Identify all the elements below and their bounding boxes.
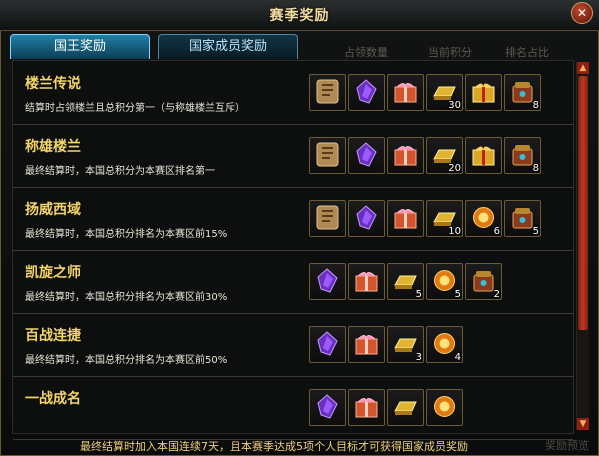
purple-crystal-icon (353, 141, 380, 168)
reward-item-slot[interactable]: 30 (426, 74, 463, 111)
scroll-up-button[interactable]: ▲ (577, 62, 589, 74)
column-header-rank-ratio: 排名占比 (505, 46, 549, 59)
gold-orb-icon (431, 393, 458, 420)
tab-king-rewards[interactable]: 国王奖励 (10, 34, 150, 59)
reward-item-slot[interactable] (387, 137, 424, 174)
reward-row: 一战成名 (13, 376, 573, 440)
reward-item-slot[interactable] (465, 137, 502, 174)
reward-item-slot[interactable]: 6 (465, 200, 502, 237)
scrollbar[interactable]: ▲ ▼ (576, 62, 589, 430)
reward-condition: 结算时占领楼兰且总积分第一（与称雄楼兰互斥） (25, 103, 245, 114)
gift-box-icon (353, 330, 380, 357)
window-title: 赛季奖励 (269, 8, 330, 24)
reward-item-slot[interactable] (348, 326, 385, 363)
scroll-token-icon (314, 204, 341, 231)
reward-item-slot[interactable] (465, 74, 502, 111)
reward-title: 百战连捷 (25, 328, 81, 344)
reward-item-slot[interactable]: 8 (504, 137, 541, 174)
reward-title: 称雄楼兰 (25, 139, 81, 155)
item-quantity: 20 (448, 163, 461, 174)
reward-item-slot[interactable]: 2 (465, 263, 502, 300)
reward-item-slot[interactable] (387, 200, 424, 237)
item-quantity: 5 (532, 226, 539, 237)
reward-title: 楼兰传说 (25, 76, 81, 92)
reward-condition: 最终结算时，本国总积分排名为本赛区前15% (25, 229, 228, 240)
reward-item-slot[interactable] (348, 263, 385, 300)
item-quantity: 6 (493, 226, 500, 237)
reward-row: 扬威西域最终结算时，本国总积分排名为本赛区前15% 10 6 5 (13, 187, 573, 251)
reward-item-slot[interactable]: 10 (426, 200, 463, 237)
reward-item-slot[interactable] (426, 389, 463, 426)
reward-item-slot[interactable] (348, 137, 385, 174)
purple-crystal-icon (353, 78, 380, 105)
reward-row: 凯旋之师最终结算时，本国总积分排名为本赛区前30% 5 5 2 (13, 250, 573, 314)
item-quantity: 10 (448, 226, 461, 237)
item-quantity: 5 (415, 289, 422, 300)
reward-title: 一战成名 (25, 391, 81, 407)
item-quantity: 5 (454, 289, 461, 300)
reward-row: 称雄楼兰最终结算时，本国总积分为本赛区排名第一 20 8 (13, 124, 573, 188)
item-quantity: 8 (532, 163, 539, 174)
reward-item-slot[interactable]: 4 (426, 326, 463, 363)
title-bar: 赛季奖励 ✕ (0, 0, 599, 31)
reward-item-slot[interactable]: 3 (387, 326, 424, 363)
reward-item-slot[interactable]: 5 (504, 200, 541, 237)
tab-member-rewards[interactable]: 国家成员奖励 (158, 34, 298, 59)
scroll-thumb[interactable] (578, 76, 588, 330)
purple-crystal-icon (314, 393, 341, 420)
purple-crystal-icon (353, 204, 380, 231)
reward-item-slot[interactable] (387, 389, 424, 426)
reward-item-slot[interactable]: 8 (504, 74, 541, 111)
reward-item-slot[interactable]: 5 (426, 263, 463, 300)
item-quantity: 3 (415, 352, 422, 363)
scroll-token-icon (314, 78, 341, 105)
scroll-token-icon (314, 141, 341, 168)
footer-note: 最终结算时加入本国连续7天，且本赛季达成5项个人目标才可获得国家成员奖励 (80, 440, 468, 453)
reward-condition: 最终结算时，本国总积分排名为本赛区前50% (25, 355, 228, 366)
reward-item-slot[interactable] (348, 74, 385, 111)
gift-box-icon (392, 204, 419, 231)
reward-item-slot[interactable] (309, 263, 346, 300)
reward-title: 扬威西域 (25, 202, 81, 218)
gift-box-icon (392, 78, 419, 105)
reward-list: 楼兰传说 结算时占领楼兰且总积分第一（与称雄楼兰互斥） 30 8 称雄楼兰 最终结算时，本… (12, 60, 574, 440)
reward-condition: 最终结算时，本国总积分为本赛区排名第一 (25, 166, 215, 177)
gift-box-icon (353, 267, 380, 294)
item-quantity: 2 (493, 289, 500, 300)
scroll-down-button[interactable]: ▼ (577, 418, 589, 430)
item-quantity: 4 (454, 352, 461, 363)
reward-item-slot[interactable] (309, 326, 346, 363)
gold-gift-box-icon (470, 78, 497, 105)
close-button[interactable]: ✕ (571, 2, 593, 24)
gift-box-icon (353, 393, 380, 420)
reward-item-slot[interactable] (348, 389, 385, 426)
reward-item-slot[interactable] (309, 389, 346, 426)
reward-row: 百战连捷最终结算时，本国总积分排名为本赛区前50% 3 4 (13, 313, 573, 377)
item-quantity: 8 (532, 100, 539, 111)
reward-row: 楼兰传说结算时占领楼兰且总积分第一（与称雄楼兰互斥） 30 8 (13, 61, 573, 125)
reward-item-slot[interactable] (309, 137, 346, 174)
column-header-current-score: 当前积分 (428, 46, 472, 59)
gift-box-icon (392, 141, 419, 168)
reward-preview-button[interactable]: 奖励预览 (545, 437, 589, 453)
purple-crystal-icon (314, 267, 341, 294)
reward-item-slot[interactable] (387, 74, 424, 111)
item-quantity: 30 (448, 100, 461, 111)
reward-item-slot[interactable] (309, 200, 346, 237)
reward-title: 凯旋之师 (25, 265, 81, 281)
reward-item-slot[interactable]: 5 (387, 263, 424, 300)
reward-item-slot[interactable]: 20 (426, 137, 463, 174)
reward-item-slot[interactable] (309, 74, 346, 111)
reward-condition: 最终结算时，本国总积分排名为本赛区前30% (25, 292, 228, 303)
reward-item-slot[interactable] (348, 200, 385, 237)
footer: 最终结算时加入本国连续7天，且本赛季达成5项个人目标才可获得国家成员奖励 奖励预… (0, 436, 599, 456)
gold-bar-icon (392, 393, 419, 420)
gold-gift-box-icon (470, 141, 497, 168)
purple-crystal-icon (314, 330, 341, 357)
column-header-occupied: 占领数量 (344, 46, 388, 59)
